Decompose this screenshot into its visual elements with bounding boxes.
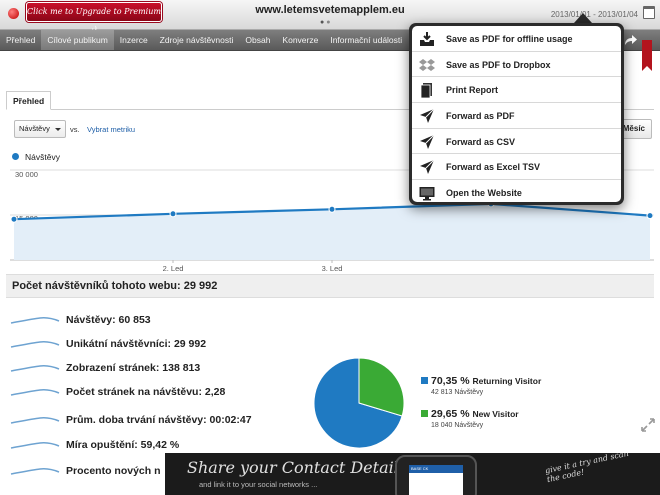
legend-swatch: [421, 410, 428, 417]
tab-prehled[interactable]: Přehled: [6, 91, 52, 110]
bookmark-icon[interactable]: [642, 40, 652, 71]
metric-select[interactable]: Návštěvy: [14, 120, 66, 138]
summary-title: Počet návštěvníků tohoto webu: 29 992: [12, 280, 218, 292]
menu-item-label: Forward as Excel TSV: [446, 162, 541, 173]
download-tray-icon: [420, 32, 434, 46]
record-dot-icon[interactable]: [8, 8, 19, 19]
monitor-icon: [419, 187, 435, 201]
metric-select-value: Návštěvy: [19, 124, 50, 133]
menu-item-label: Forward as CSV: [446, 136, 516, 147]
sparkline-icon: [10, 417, 60, 424]
data-point: [10, 215, 18, 223]
sparkline-icon: [10, 365, 60, 372]
nav-item-cilove-publikum[interactable]: Cílové publikum: [41, 30, 114, 50]
dropbox-icon: [419, 58, 435, 71]
sparkline-icon: [10, 341, 60, 348]
phone-header: BASE CK: [409, 465, 463, 473]
menu-item-label: Print Report: [446, 85, 499, 96]
sparkline-icon: [10, 389, 60, 396]
pie-pct-value: 70,35 %: [431, 375, 470, 387]
share-arrow-icon[interactable]: [624, 34, 638, 46]
menu-item-forward-pdf[interactable]: Forward as PDF: [412, 103, 621, 129]
sparkline-icon: [10, 317, 60, 324]
menu-item-save-pdf-dropbox[interactable]: Save as PDF to Dropbox: [412, 52, 621, 78]
visitor-type-pie: [313, 357, 405, 449]
share-menu: Save as PDF for offline usage Save as PD…: [412, 26, 621, 202]
nav-item-konverze[interactable]: Konverze: [276, 30, 324, 50]
menu-item-label: Open the Website: [446, 188, 522, 199]
pick-metric-link[interactable]: Vybrat metriku: [87, 125, 135, 134]
stat-label: Míra opuštění: 59,42 %: [66, 439, 180, 451]
pie-slice-name: New Visitor: [472, 409, 519, 419]
menu-item-forward-csv[interactable]: Forward as CSV: [412, 129, 621, 155]
banner-cta: give it a try and scan the code!: [544, 453, 630, 485]
pie-legend-entry: 70,35 % Returning Visitor: [431, 375, 541, 387]
x-tick-label: 3. Led: [322, 264, 343, 273]
send-arrow-icon: [420, 134, 435, 149]
menu-item-open-website[interactable]: Open the Website: [412, 180, 621, 202]
expand-icon[interactable]: [640, 417, 656, 433]
chevron-down-icon: [55, 128, 61, 131]
nav-item-obsah[interactable]: Obsah: [239, 30, 276, 50]
stat-label: Počet stránek na návštěvu: 2,28: [66, 386, 226, 398]
print-document-icon: [420, 83, 432, 99]
menu-item-save-pdf-offline[interactable]: Save as PDF for offline usage: [412, 26, 621, 52]
popover-arrow: [574, 13, 592, 23]
menu-item-label: Save as PDF for offline usage: [446, 34, 573, 44]
page-indicator: ●●: [320, 19, 333, 26]
nav-item-zdroje-navstevnosti[interactable]: Zdroje návštěvnosti: [154, 30, 240, 50]
data-point: [646, 212, 654, 220]
send-arrow-icon: [420, 108, 435, 124]
pie-slice-name: Returning Visitor: [472, 376, 542, 386]
menu-item-print-report[interactable]: Print Report: [412, 77, 621, 104]
stat-label: Návštěvy: 60 853: [66, 314, 151, 326]
pie-slice-count: 42 813 Návštěvy: [431, 389, 484, 396]
upgrade-premium-button[interactable]: Click me to Upgrade to Premium :): [26, 2, 162, 34]
legend-label: Návštěvy: [25, 152, 60, 162]
menu-item-label: Save as PDF to Dropbox: [446, 59, 551, 70]
share-popover: Save as PDF for offline usage Save as PD…: [409, 23, 624, 205]
sparkline-icon: [10, 442, 60, 449]
site-title: www.letemsvetemapplem.eu: [255, 4, 405, 16]
banner-title: Share your Contact Details: [187, 458, 408, 477]
legend-swatch: [421, 377, 428, 384]
banner-subtitle: and link it to your social networks ...: [199, 480, 318, 489]
menu-item-label: Forward as PDF: [446, 111, 515, 122]
pie-slice-count: 18 040 Návštěvy: [431, 422, 484, 429]
analytics-app: Click me to Upgrade to Premium :) www.le…: [0, 0, 660, 495]
date-range[interactable]: 2013/01/01 - 2013/01/04: [551, 10, 638, 19]
stat-label: Procento nových n: [66, 465, 161, 477]
phone-screen: BASE CK: [409, 465, 463, 495]
ad-banner[interactable]: Share your Contact Details and link it t…: [165, 453, 660, 495]
x-tick-label: 2. Led: [163, 264, 184, 273]
stat-label: Zobrazení stránek: 138 813: [66, 362, 201, 374]
nav-item-prehled[interactable]: Přehled: [0, 30, 41, 50]
menu-item-forward-excel-tsv[interactable]: Forward as Excel TSV: [412, 154, 621, 181]
summary-bar: Počet návštěvníků tohoto webu: 29 992: [6, 274, 654, 298]
nav-item-informacni-udalosti[interactable]: Informační události: [324, 30, 408, 50]
legend-swatch: [12, 153, 19, 160]
data-point: [328, 205, 336, 213]
stat-label: Prům. doba trvání návštěvy: 00:02:47: [66, 414, 252, 426]
pie-pct-value: 29,65 %: [431, 408, 470, 420]
data-point: [169, 210, 177, 218]
vs-label: vs.: [70, 125, 80, 134]
phone-image: BASE CK: [395, 455, 477, 495]
calendar-icon[interactable]: [643, 6, 655, 19]
pie-legend-entry: 29,65 % New Visitor: [431, 408, 519, 420]
stat-label: Unikátní návštěvníci: 29 992: [66, 338, 207, 350]
sparkline-icon: [10, 468, 60, 475]
nav-item-inzerce[interactable]: Inzerce: [114, 30, 154, 50]
send-arrow-icon: [420, 160, 435, 175]
